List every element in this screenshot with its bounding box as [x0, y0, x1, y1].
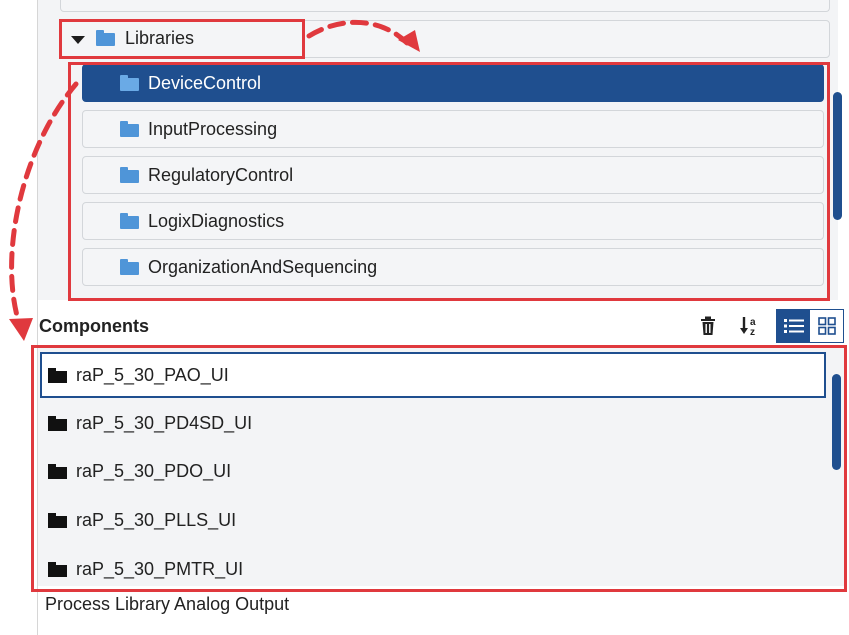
components-header	[38, 309, 846, 345]
component-description: Process Library Analog Output	[45, 594, 290, 614]
annotation-box-library-items	[68, 62, 830, 301]
list-view-icon[interactable]	[777, 310, 810, 342]
view-toggle	[776, 309, 844, 343]
trash-icon[interactable]	[692, 310, 724, 342]
grid-view-icon[interactable]	[810, 310, 843, 342]
svg-text:z: z	[750, 327, 755, 337]
components-title: Components	[39, 316, 149, 336]
tree-row-partial	[60, 0, 830, 12]
annotation-box-components	[31, 345, 847, 592]
annotation-box-libraries	[59, 19, 305, 59]
tree-scrollbar-thumb[interactable]	[833, 92, 842, 220]
sort-az-icon[interactable]: a z	[734, 310, 766, 342]
